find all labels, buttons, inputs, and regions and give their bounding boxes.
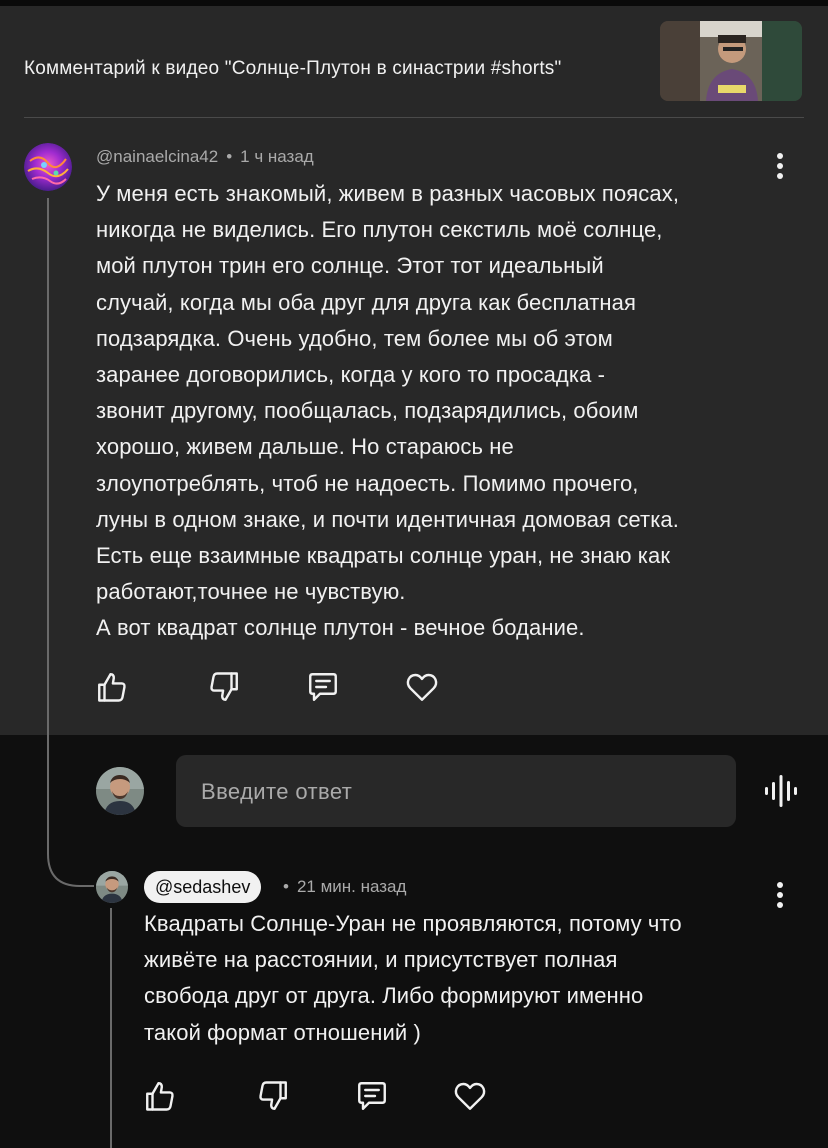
thread-line xyxy=(47,198,49,838)
comment-heart-icon[interactable] xyxy=(404,669,440,705)
reply-input-placeholder: Введите ответ xyxy=(201,779,353,804)
commenter-avatar[interactable] xyxy=(24,143,72,191)
voice-input-icon[interactable] xyxy=(762,772,800,810)
reply-meta: • 21 мин. назад xyxy=(275,877,406,897)
thread-curve xyxy=(47,834,94,887)
reply-like-thumbs-up-icon[interactable] xyxy=(142,1078,178,1114)
comment-dislike-thumbs-down-icon[interactable] xyxy=(206,669,242,705)
page-title: Комментарий к видео "Солнце-Плутон в син… xyxy=(24,58,562,79)
reply-input[interactable]: Введите ответ xyxy=(176,755,736,827)
reply-thread-line xyxy=(110,908,112,1148)
separator-dot: • xyxy=(226,147,233,166)
comment-text: У меня есть знакомый, живем в разных час… xyxy=(96,181,680,641)
video-thumbnail[interactable] xyxy=(660,21,802,101)
user-avatar xyxy=(96,767,144,815)
reply-author-badge[interactable]: @sedashev xyxy=(144,871,262,903)
header-divider xyxy=(24,117,804,118)
comment-author[interactable]: @nainaelcina42 xyxy=(96,147,218,166)
reply-heart-icon[interactable] xyxy=(452,1078,488,1114)
reply-reply-icon[interactable] xyxy=(354,1078,390,1114)
comment-meta: @nainaelcina42 • 1 ч назад xyxy=(96,147,314,167)
comment-like-thumbs-up-icon[interactable] xyxy=(94,669,130,705)
comment-reply-icon[interactable] xyxy=(305,669,341,705)
separator-dot: • xyxy=(283,877,289,896)
reply-dislike-thumbs-down-icon[interactable] xyxy=(255,1078,291,1114)
reply-time: 21 мин. назад xyxy=(296,877,407,896)
comment-time: 1 ч назад xyxy=(240,147,314,166)
reply-text: Квадраты Солнце-Уран не проявляются, пот… xyxy=(144,911,682,1045)
replier-avatar[interactable] xyxy=(96,871,128,903)
